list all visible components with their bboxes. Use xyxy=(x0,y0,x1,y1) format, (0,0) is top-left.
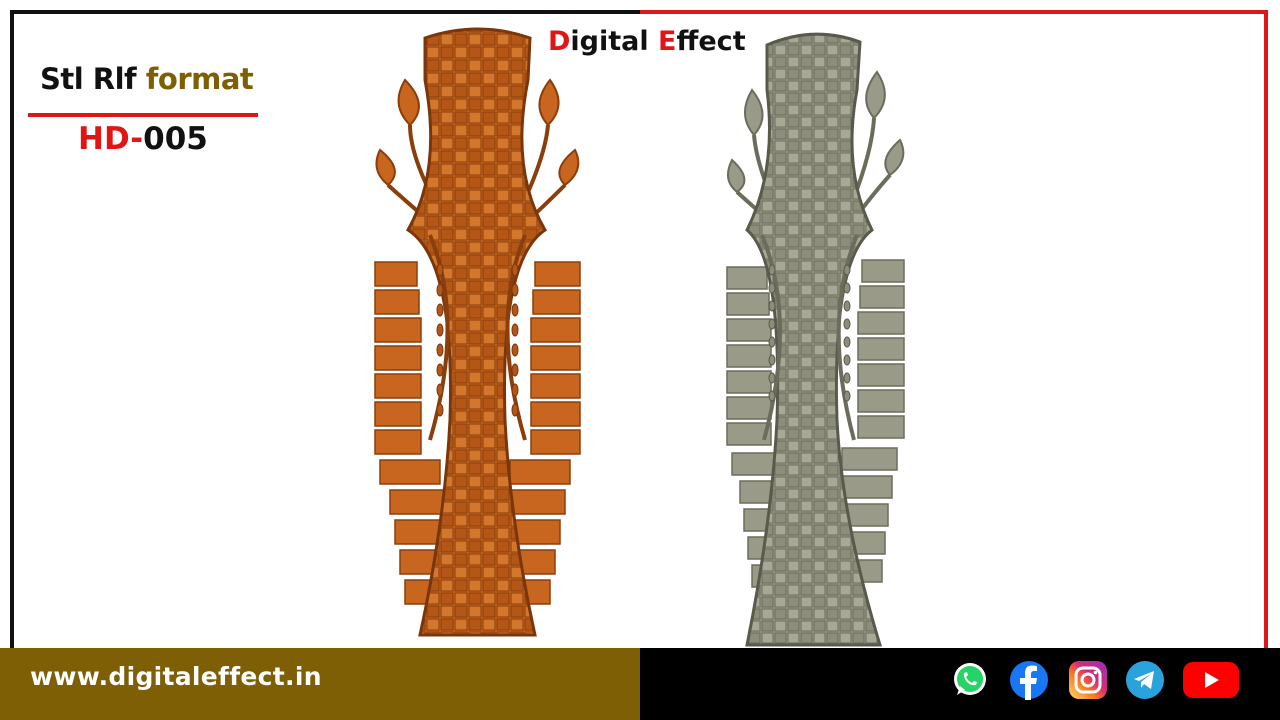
instagram-icon[interactable] xyxy=(1068,660,1108,700)
title-divider xyxy=(28,113,258,117)
format-prefix: Stl Rlf xyxy=(40,62,146,96)
youtube-icon[interactable] xyxy=(1182,660,1240,700)
website-link[interactable]: www.digitaleffect.in xyxy=(30,662,322,691)
brand-letter-e: E xyxy=(658,26,677,57)
grey-carving-render xyxy=(726,32,905,647)
product-code: HD-005 xyxy=(78,121,208,157)
frame-border-left xyxy=(10,10,14,650)
whatsapp-icon[interactable] xyxy=(950,660,990,700)
code-prefix: HD- xyxy=(78,121,144,157)
frame-border-right xyxy=(1264,10,1268,650)
format-accent: format xyxy=(145,62,254,96)
telegram-icon[interactable] xyxy=(1125,660,1165,700)
wood-carving-render xyxy=(374,27,581,637)
frame-border-top-left xyxy=(10,10,640,14)
format-label: Stl Rlf format xyxy=(40,62,254,96)
frame-border-top-right xyxy=(640,10,1268,14)
code-number: 005 xyxy=(143,121,208,157)
facebook-icon[interactable] xyxy=(1009,660,1049,700)
